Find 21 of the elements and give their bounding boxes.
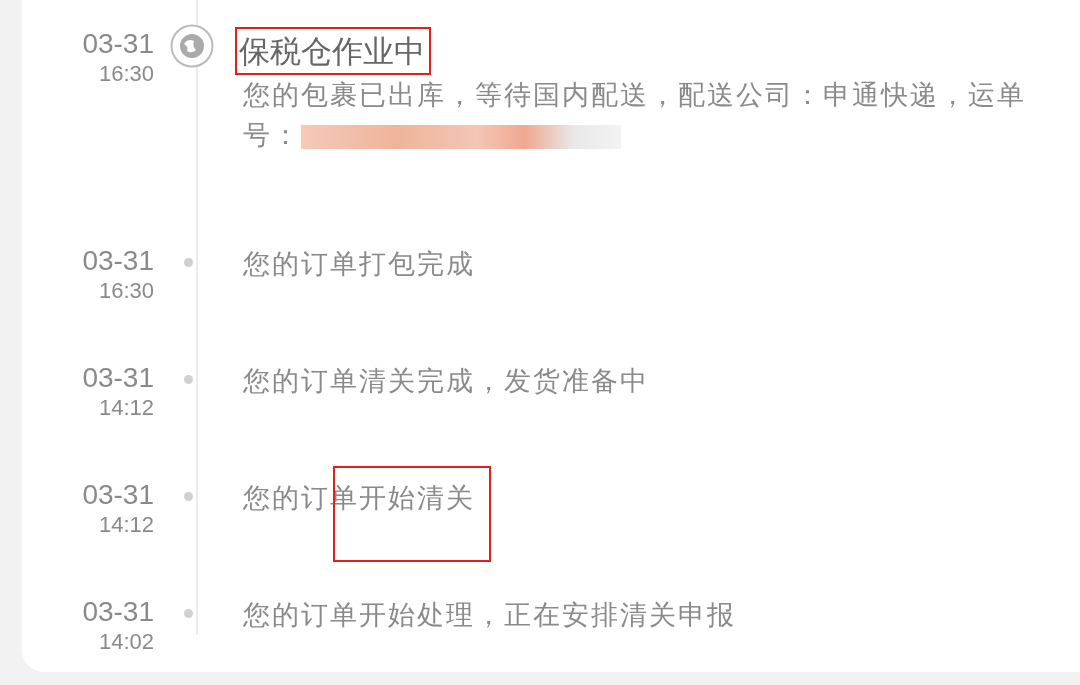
event-title: 保税仓作业中	[235, 27, 431, 75]
event-text: 开始清关	[359, 482, 475, 513]
timeline-dot	[184, 609, 193, 618]
timeline-dot	[184, 258, 193, 267]
event-date: 03-31	[81, 27, 154, 61]
status-icon	[169, 24, 214, 68]
event-text: 您的订单打包完成	[243, 248, 475, 279]
event-time: 16:30	[97, 278, 154, 304]
event-time: 14:12	[97, 395, 154, 421]
event-time: 14:12	[97, 512, 154, 538]
timeline-dot	[184, 375, 193, 384]
event-time: 16:30	[97, 61, 154, 87]
timeline-dot	[184, 492, 193, 501]
event-text: 您的订单清关完成，发货准备中	[243, 365, 649, 396]
event-time: 14:02	[97, 629, 154, 655]
event-text: 您的包裹已出库，等待国内配送，配送公司：申通快递，运单号：	[243, 78, 1027, 152]
event-date: 03-31	[81, 478, 154, 512]
event-date: 03-31	[81, 244, 154, 278]
event-text: 您的订单开始处理，正在安排清关申报	[243, 599, 736, 630]
event-date: 03-31	[81, 361, 154, 395]
event-date: 03-31	[81, 595, 154, 629]
